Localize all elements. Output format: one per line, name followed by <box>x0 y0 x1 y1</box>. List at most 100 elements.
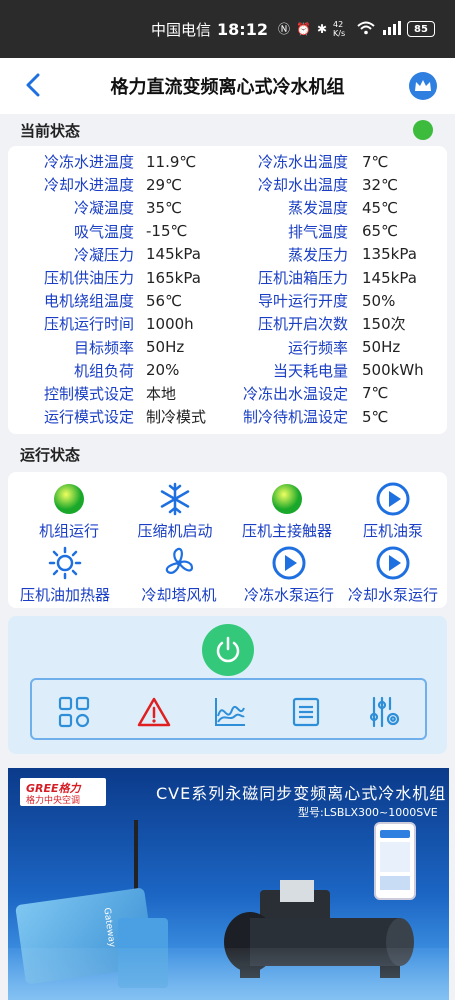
parameter-value: 11.9℃ <box>146 152 197 171</box>
parameter-value: 制冷模式 <box>146 408 207 427</box>
parameter-label: 电机绕组温度 <box>43 292 134 311</box>
parameter-label: 控制模式设定 <box>43 384 134 403</box>
parameter-row: 压机运行时间 1000h 压机开启次数 150次 <box>8 312 447 335</box>
play-icon <box>376 482 410 516</box>
control-panel <box>8 616 447 754</box>
parameter-label: 吸气温度 <box>73 222 134 241</box>
chevron-left-icon <box>26 73 40 97</box>
parameter-label: 蒸发温度 <box>287 199 348 218</box>
run-status-item: 冷却塔风机 <box>124 546 234 605</box>
parameter-label: 压机供油压力 <box>43 269 134 288</box>
sun-icon <box>48 546 82 580</box>
document-list-icon <box>292 697 320 727</box>
nfc-icon: Ⓝ <box>277 22 290 36</box>
parameter-label: 运行频率 <box>287 338 348 357</box>
parameter-label: 冷凝压力 <box>73 245 134 264</box>
green-status-icon <box>52 482 86 516</box>
parameter-value: 145kPa <box>362 268 417 287</box>
back-button[interactable] <box>18 70 48 100</box>
snowflake-icon <box>158 482 192 516</box>
run-status-label: 冷冻水泵运行 <box>243 586 334 604</box>
parameter-label: 冷却水出温度 <box>257 176 348 195</box>
alarm-icon: ⏰ <box>295 22 311 36</box>
parameter-value: 1000h <box>146 314 194 333</box>
run-status-label: 机组运行 <box>38 522 99 540</box>
power-icon <box>216 636 240 663</box>
green-status-icon <box>270 482 304 516</box>
parameter-value: 50Hz <box>362 338 401 357</box>
app-header: 格力直流变频离心式冷水机组 <box>0 58 455 114</box>
parameter-row: 冷冻水进温度 11.9℃ 冷冻水出温度 7℃ <box>8 150 447 173</box>
clock: 18:12 <box>217 19 268 39</box>
parameter-value: 45℃ <box>362 198 398 217</box>
parameter-label: 冷冻水进温度 <box>43 153 134 172</box>
parameter-row: 运行模式设定 制冷模式 制冷待机温设定 5℃ <box>8 405 447 428</box>
parameter-value: 165kPa <box>146 268 201 287</box>
parameter-label: 当天耗电量 <box>272 361 348 380</box>
power-button[interactable] <box>202 624 254 676</box>
grid-menu-button[interactable] <box>56 694 92 730</box>
parameter-row: 吸气温度 -15℃ 排气温度 65℃ <box>8 220 447 243</box>
page-title: 格力直流变频离心式冷水机组 <box>110 77 345 98</box>
parameter-value: 32℃ <box>362 175 398 194</box>
run-status-item: 压缩机启动 <box>120 482 230 541</box>
alarm-button[interactable] <box>136 694 172 730</box>
signal-icon <box>381 21 401 37</box>
sliders-icon <box>369 696 400 728</box>
banner-headline: CVE系列永磁同步变频离心式冷水机组 <box>156 784 447 803</box>
parameter-row: 冷凝温度 35℃ 蒸发温度 45℃ <box>8 196 447 219</box>
run-status-panel: 机组运行 压缩机启动 压机主接触器 压机油泵 压机油加热器 冷却塔风机 冷冻水泵… <box>8 472 447 608</box>
product-banner[interactable]: GREE格力 格力中央空调 CVE系列永磁同步变频离心式冷水机组 型号:LSBL… <box>8 768 449 1000</box>
run-status-label: 压机油泵 <box>362 522 423 540</box>
parameter-value: 135kPa <box>362 245 417 264</box>
run-status-item: 压机主接触器 <box>232 482 342 541</box>
bluetooth-icon: ✱ <box>316 22 327 36</box>
warning-icon <box>137 697 171 727</box>
parameter-value: 50Hz <box>146 338 185 357</box>
parameter-label: 目标频率 <box>73 338 134 357</box>
run-status-label: 冷却塔风机 <box>141 586 217 604</box>
parameter-label: 机组负荷 <box>73 361 134 380</box>
grid-icon <box>58 696 90 728</box>
parameter-label: 运行模式设定 <box>43 408 134 427</box>
parameter-row: 机组负荷 20% 当天耗电量 500kWh <box>8 359 447 382</box>
parameter-row: 目标频率 50Hz 运行频率 50Hz <box>8 336 447 359</box>
parameter-label: 冷却水进温度 <box>43 176 134 195</box>
parameter-value: 56℃ <box>146 291 182 310</box>
parameter-label: 冷冻出水温设定 <box>242 384 348 403</box>
parameter-value: 7℃ <box>362 384 389 403</box>
log-list-button[interactable] <box>288 694 324 730</box>
run-status-item: 冷却水泵运行 <box>338 546 448 605</box>
function-toolbar <box>30 678 427 740</box>
line-chart-icon <box>215 698 245 726</box>
parameter-label: 压机运行时间 <box>43 315 134 334</box>
parameter-label: 冷冻水出温度 <box>257 153 348 172</box>
current-status-title: 当前状态 <box>20 122 81 140</box>
parameter-label: 排气温度 <box>287 222 348 241</box>
parameter-value: 150次 <box>362 315 406 334</box>
run-status-label: 压缩机启动 <box>137 522 213 540</box>
settings-sliders-button[interactable] <box>366 694 402 730</box>
parameter-value: 50% <box>362 291 396 310</box>
parameter-value: 20% <box>146 361 180 380</box>
parameter-value: 35℃ <box>146 198 182 217</box>
system-status-bar: 中国电信 18:12 Ⓝ ⏰ ✱ 42 K/s 85 <box>0 0 455 58</box>
play-icon <box>376 546 410 580</box>
play-icon <box>272 546 306 580</box>
run-status-label: 冷却水泵运行 <box>347 586 438 604</box>
parameter-value: 145kPa <box>146 245 201 264</box>
crown-icon <box>415 80 431 91</box>
trend-chart-button[interactable] <box>212 694 248 730</box>
parameter-row: 冷凝压力 145kPa 蒸发压力 135kPa <box>8 243 447 266</box>
parameter-value: 5℃ <box>362 407 389 426</box>
gree-logo: GREE格力 格力中央空调 <box>20 778 106 806</box>
parameter-value: 500kWh <box>362 361 424 380</box>
banner-model: 型号:LSBLX300~1000SVE <box>298 806 438 819</box>
parameter-label: 蒸发压力 <box>287 245 348 264</box>
net-speed: 42 K/s <box>333 20 346 38</box>
parameter-row: 压机供油压力 165kPa 压机油箱压力 145kPa <box>8 266 447 289</box>
parameter-row: 电机绕组温度 56℃ 导叶运行开度 50% <box>8 289 447 312</box>
run-status-item: 机组运行 <box>14 482 124 541</box>
parameter-row: 控制模式设定 本地 冷冻出水温设定 7℃ <box>8 382 447 405</box>
vip-button[interactable] <box>409 72 437 100</box>
